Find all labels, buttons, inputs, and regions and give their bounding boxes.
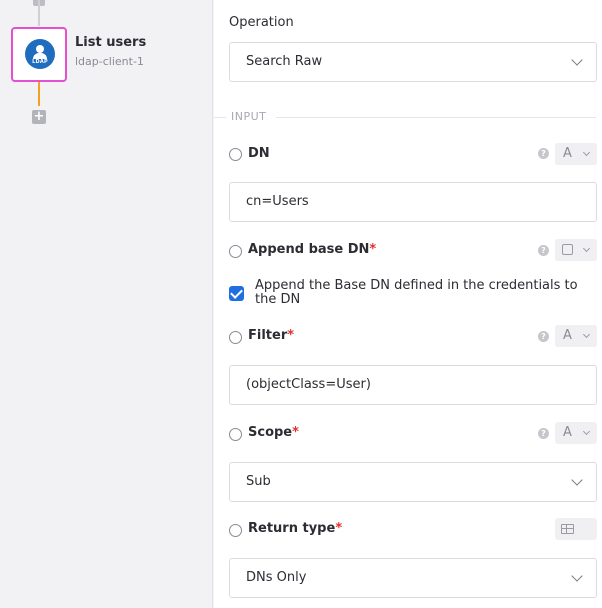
config-panel: Operation Search Raw INPUT DN ? A cn=Use… — [214, 0, 602, 608]
ldap-user-icon: LDAP — [25, 39, 55, 69]
help-icon[interactable]: ? — [538, 428, 549, 439]
append-checkbox[interactable] — [229, 286, 244, 301]
dn-mode-radio[interactable] — [229, 148, 242, 161]
append-mode-radio[interactable] — [229, 245, 242, 258]
help-icon[interactable]: ? — [538, 331, 549, 342]
text-type-icon: A — [563, 425, 572, 440]
section-divider — [214, 117, 226, 118]
chevron-down-icon — [582, 330, 591, 339]
filter-input[interactable]: (objectClass=User) — [229, 365, 597, 405]
app-root: LDAP List users ldap-client-1 + Operatio… — [0, 0, 602, 608]
return-type-value: DNs Only — [246, 570, 307, 585]
chevron-down-icon — [571, 570, 583, 582]
section-input-header: INPUT — [231, 110, 267, 123]
return-type-label: Return type* — [248, 521, 343, 536]
append-label: Append base DN* — [248, 242, 377, 257]
node-title: List users — [75, 35, 147, 50]
node-subtitle: ldap-client-1 — [75, 55, 144, 68]
append-checkbox-text: Append the Base DN defined in the creden… — [255, 278, 578, 307]
workflow-node-card[interactable]: LDAP — [11, 27, 67, 82]
chevron-down-icon — [582, 148, 591, 157]
connector-line-bottom — [38, 82, 40, 106]
operation-value: Search Raw — [246, 54, 323, 69]
chevron-down-icon — [571, 54, 583, 66]
scope-type-selector[interactable]: A — [555, 422, 597, 444]
help-icon[interactable]: ? — [538, 148, 549, 159]
operation-label: Operation — [229, 15, 294, 30]
table-type-icon — [561, 524, 574, 534]
scope-label: Scope* — [248, 425, 299, 440]
chevron-down-icon — [582, 427, 591, 436]
scope-value: Sub — [246, 474, 271, 489]
filter-type-selector[interactable]: A — [555, 325, 597, 347]
scope-select[interactable]: Sub — [229, 462, 597, 502]
return-mode-radio[interactable] — [229, 524, 242, 537]
section-divider — [276, 117, 596, 118]
help-icon[interactable]: ? — [538, 245, 549, 256]
connector-line-top — [38, 0, 40, 26]
filter-mode-radio[interactable] — [229, 331, 242, 344]
scope-mode-radio[interactable] — [229, 428, 242, 441]
chevron-down-icon — [571, 474, 583, 486]
return-type-selector[interactable] — [555, 518, 597, 540]
text-type-icon: A — [563, 328, 572, 343]
workflow-canvas[interactable]: LDAP List users ldap-client-1 + — [0, 0, 213, 608]
filter-value: (objectClass=User) — [246, 377, 371, 392]
dn-input[interactable]: cn=Users — [229, 182, 597, 222]
operation-select[interactable]: Search Raw — [229, 42, 597, 82]
chevron-down-icon — [582, 244, 591, 253]
add-step-button[interactable]: + — [32, 110, 46, 124]
filter-label: Filter* — [248, 328, 295, 343]
dn-type-selector[interactable]: A — [555, 143, 597, 165]
checkbox-type-icon — [562, 244, 573, 255]
return-type-select[interactable]: DNs Only — [229, 558, 597, 598]
dn-label: DN — [248, 146, 270, 161]
append-type-selector[interactable] — [555, 239, 597, 261]
dn-value: cn=Users — [246, 194, 309, 209]
text-type-icon: A — [563, 146, 572, 161]
